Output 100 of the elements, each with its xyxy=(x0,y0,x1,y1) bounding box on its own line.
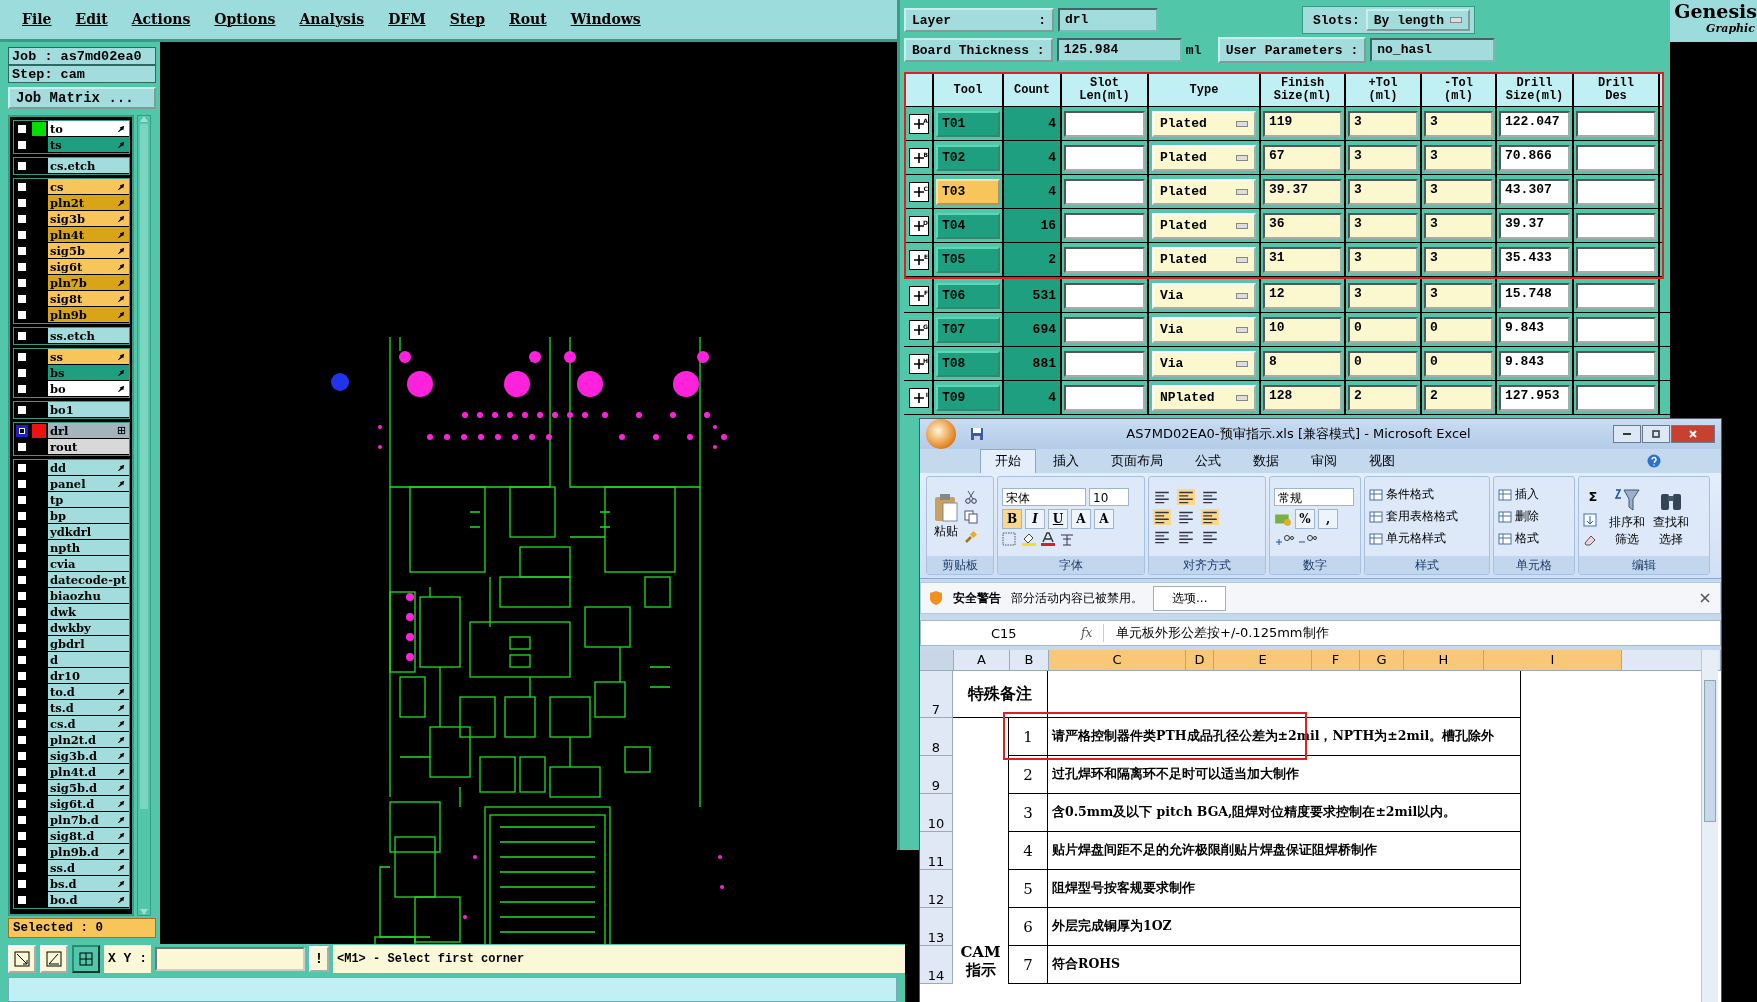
layer-name[interactable]: pln2t.d xyxy=(48,732,129,748)
layer-checkbox[interactable] xyxy=(16,877,28,890)
options-button[interactable]: 选项... xyxy=(1153,585,1227,611)
layer-checkbox[interactable] xyxy=(16,525,28,538)
type-dropdown[interactable]: Via xyxy=(1152,282,1256,309)
layer-checkbox[interactable] xyxy=(16,557,28,570)
layer-checkbox[interactable] xyxy=(16,382,28,395)
minus-tolerance-field[interactable]: 3 xyxy=(1424,178,1493,205)
thickness-field[interactable]: 125.984 xyxy=(1056,38,1182,62)
plus-tolerance-field[interactable]: 3 xyxy=(1348,110,1418,137)
minus-tolerance-field[interactable]: 2 xyxy=(1424,384,1493,411)
drill-size-field[interactable]: 127.953 xyxy=(1499,384,1570,411)
tool-button[interactable]: T04 xyxy=(936,212,1000,239)
layer-checkbox[interactable] xyxy=(16,541,28,554)
measure-button[interactable] xyxy=(40,945,68,974)
fill-color-icon[interactable] xyxy=(1021,531,1037,546)
menu-item[interactable]: Analysis xyxy=(299,11,365,28)
layer-name[interactable]: sig8t xyxy=(48,291,129,307)
plus-tolerance-field[interactable]: 3 xyxy=(1348,144,1418,171)
layer-checkbox[interactable] xyxy=(16,366,28,379)
format-button[interactable]: U xyxy=(1048,508,1068,529)
layer-name[interactable]: ts.d xyxy=(48,700,129,716)
layer-checkbox[interactable] xyxy=(16,212,28,225)
plus-tolerance-field[interactable]: 0 xyxy=(1348,316,1418,343)
layer-checkbox[interactable] xyxy=(16,653,28,666)
drill-designation-field[interactable] xyxy=(1576,144,1656,171)
layer-name[interactable]: ydkdrl xyxy=(48,524,129,540)
format-button[interactable]: B xyxy=(1002,508,1022,529)
job-matrix-button[interactable]: Job Matrix ... xyxy=(8,86,156,109)
slot-length-field[interactable] xyxy=(1064,212,1145,239)
type-dropdown[interactable]: Plated xyxy=(1152,144,1256,171)
layer-checkbox[interactable] xyxy=(16,308,28,321)
layer-name[interactable]: ss.d xyxy=(48,860,129,876)
layer-name[interactable]: d xyxy=(48,652,129,668)
layer-name[interactable]: to.d xyxy=(48,684,129,700)
drill-size-field[interactable]: 9.843 xyxy=(1499,316,1570,343)
layer-checkbox[interactable] xyxy=(16,685,28,698)
help-icon[interactable] xyxy=(1647,454,1661,468)
number-format-button[interactable]: % xyxy=(1295,508,1315,529)
ribbon-button[interactable]: 格式 xyxy=(1498,529,1570,548)
drill-designation-field[interactable] xyxy=(1576,282,1656,309)
layer-checkbox[interactable] xyxy=(16,122,28,135)
plus-tolerance-field[interactable]: 3 xyxy=(1348,212,1418,239)
slot-length-field[interactable] xyxy=(1064,178,1145,205)
layer-name[interactable]: cs.d xyxy=(48,716,129,732)
tool-button[interactable]: T06 xyxy=(936,282,1000,309)
ribbon-button[interactable]: 删除 xyxy=(1498,507,1570,526)
ribbon-tab[interactable]: 审阅 xyxy=(1296,449,1352,473)
ribbon-tab[interactable]: 公式 xyxy=(1180,449,1236,473)
layer-checkbox[interactable] xyxy=(16,493,28,506)
slot-length-field[interactable] xyxy=(1064,144,1145,171)
ribbon-tab[interactable]: 视图 xyxy=(1354,449,1410,473)
layer-name[interactable]: ts xyxy=(48,137,129,153)
align-selected-icon[interactable] xyxy=(1177,488,1195,505)
menu-item[interactable]: Options xyxy=(214,11,276,28)
finish-size-field[interactable]: 12 xyxy=(1263,282,1342,309)
drill-size-field[interactable]: 122.047 xyxy=(1499,110,1570,137)
finish-size-field[interactable]: 67 xyxy=(1263,144,1342,171)
layer-checkbox[interactable] xyxy=(16,765,28,778)
layer-checkbox[interactable] xyxy=(16,440,28,453)
type-dropdown[interactable]: Plated xyxy=(1152,246,1256,273)
number-format-dropdown[interactable]: 常规 xyxy=(1274,487,1354,506)
row-header[interactable]: 13 xyxy=(920,908,953,946)
column-header[interactable]: A xyxy=(954,650,1010,670)
plus-tolerance-field[interactable]: 3 xyxy=(1348,178,1418,205)
finish-size-field[interactable]: 8 xyxy=(1263,350,1342,377)
layer-name[interactable]: pln2t xyxy=(48,195,129,211)
layer-name[interactable]: pln4t.d xyxy=(48,764,129,780)
menu-item[interactable]: Actions xyxy=(131,11,191,28)
layer-checkbox[interactable] xyxy=(16,329,28,342)
layer-name[interactable]: npth xyxy=(48,540,129,556)
ribbon-button[interactable]: 排序和筛选 xyxy=(1606,485,1648,548)
layer-checkbox[interactable] xyxy=(16,180,28,193)
layer-checkbox[interactable] xyxy=(16,461,28,474)
phonetic-icon[interactable] xyxy=(1059,531,1075,546)
layer-checkbox[interactable] xyxy=(16,159,28,172)
row-header[interactable]: 11 xyxy=(920,832,953,870)
layer-name[interactable]: dwk xyxy=(48,604,129,620)
formula-field[interactable]: 单元板外形公差按+/-0.125mm制作 xyxy=(1103,624,1720,642)
drill-size-field[interactable]: 35.433 xyxy=(1499,246,1570,273)
ribbon-button[interactable]: 单元格样式 xyxy=(1369,529,1485,548)
slot-length-field[interactable] xyxy=(1064,384,1145,411)
layer-checkbox[interactable] xyxy=(16,813,28,826)
layer-name[interactable]: cvia xyxy=(48,556,129,572)
layer-name[interactable]: dwkby xyxy=(48,620,129,636)
layer-checkbox[interactable] xyxy=(16,733,28,746)
finish-size-field[interactable]: 119 xyxy=(1263,110,1342,137)
finish-size-field[interactable]: 10 xyxy=(1263,316,1342,343)
column-header[interactable]: G xyxy=(1360,650,1404,670)
menu-item[interactable]: DFM xyxy=(388,11,426,28)
layer-checkbox[interactable] xyxy=(16,276,28,289)
layer-name[interactable]: pln9b xyxy=(48,307,129,323)
type-dropdown[interactable]: Via xyxy=(1152,350,1256,377)
layer-name[interactable]: bo.d xyxy=(48,892,129,908)
plus-tolerance-field[interactable]: 3 xyxy=(1348,246,1418,273)
layer-checkbox[interactable] xyxy=(16,589,28,602)
layer-name[interactable]: to xyxy=(48,121,129,137)
layer-name[interactable]: panel xyxy=(48,476,129,492)
layer-name[interactable]: bo1 xyxy=(48,402,129,418)
drill-size-field[interactable]: 70.866 xyxy=(1499,144,1570,171)
